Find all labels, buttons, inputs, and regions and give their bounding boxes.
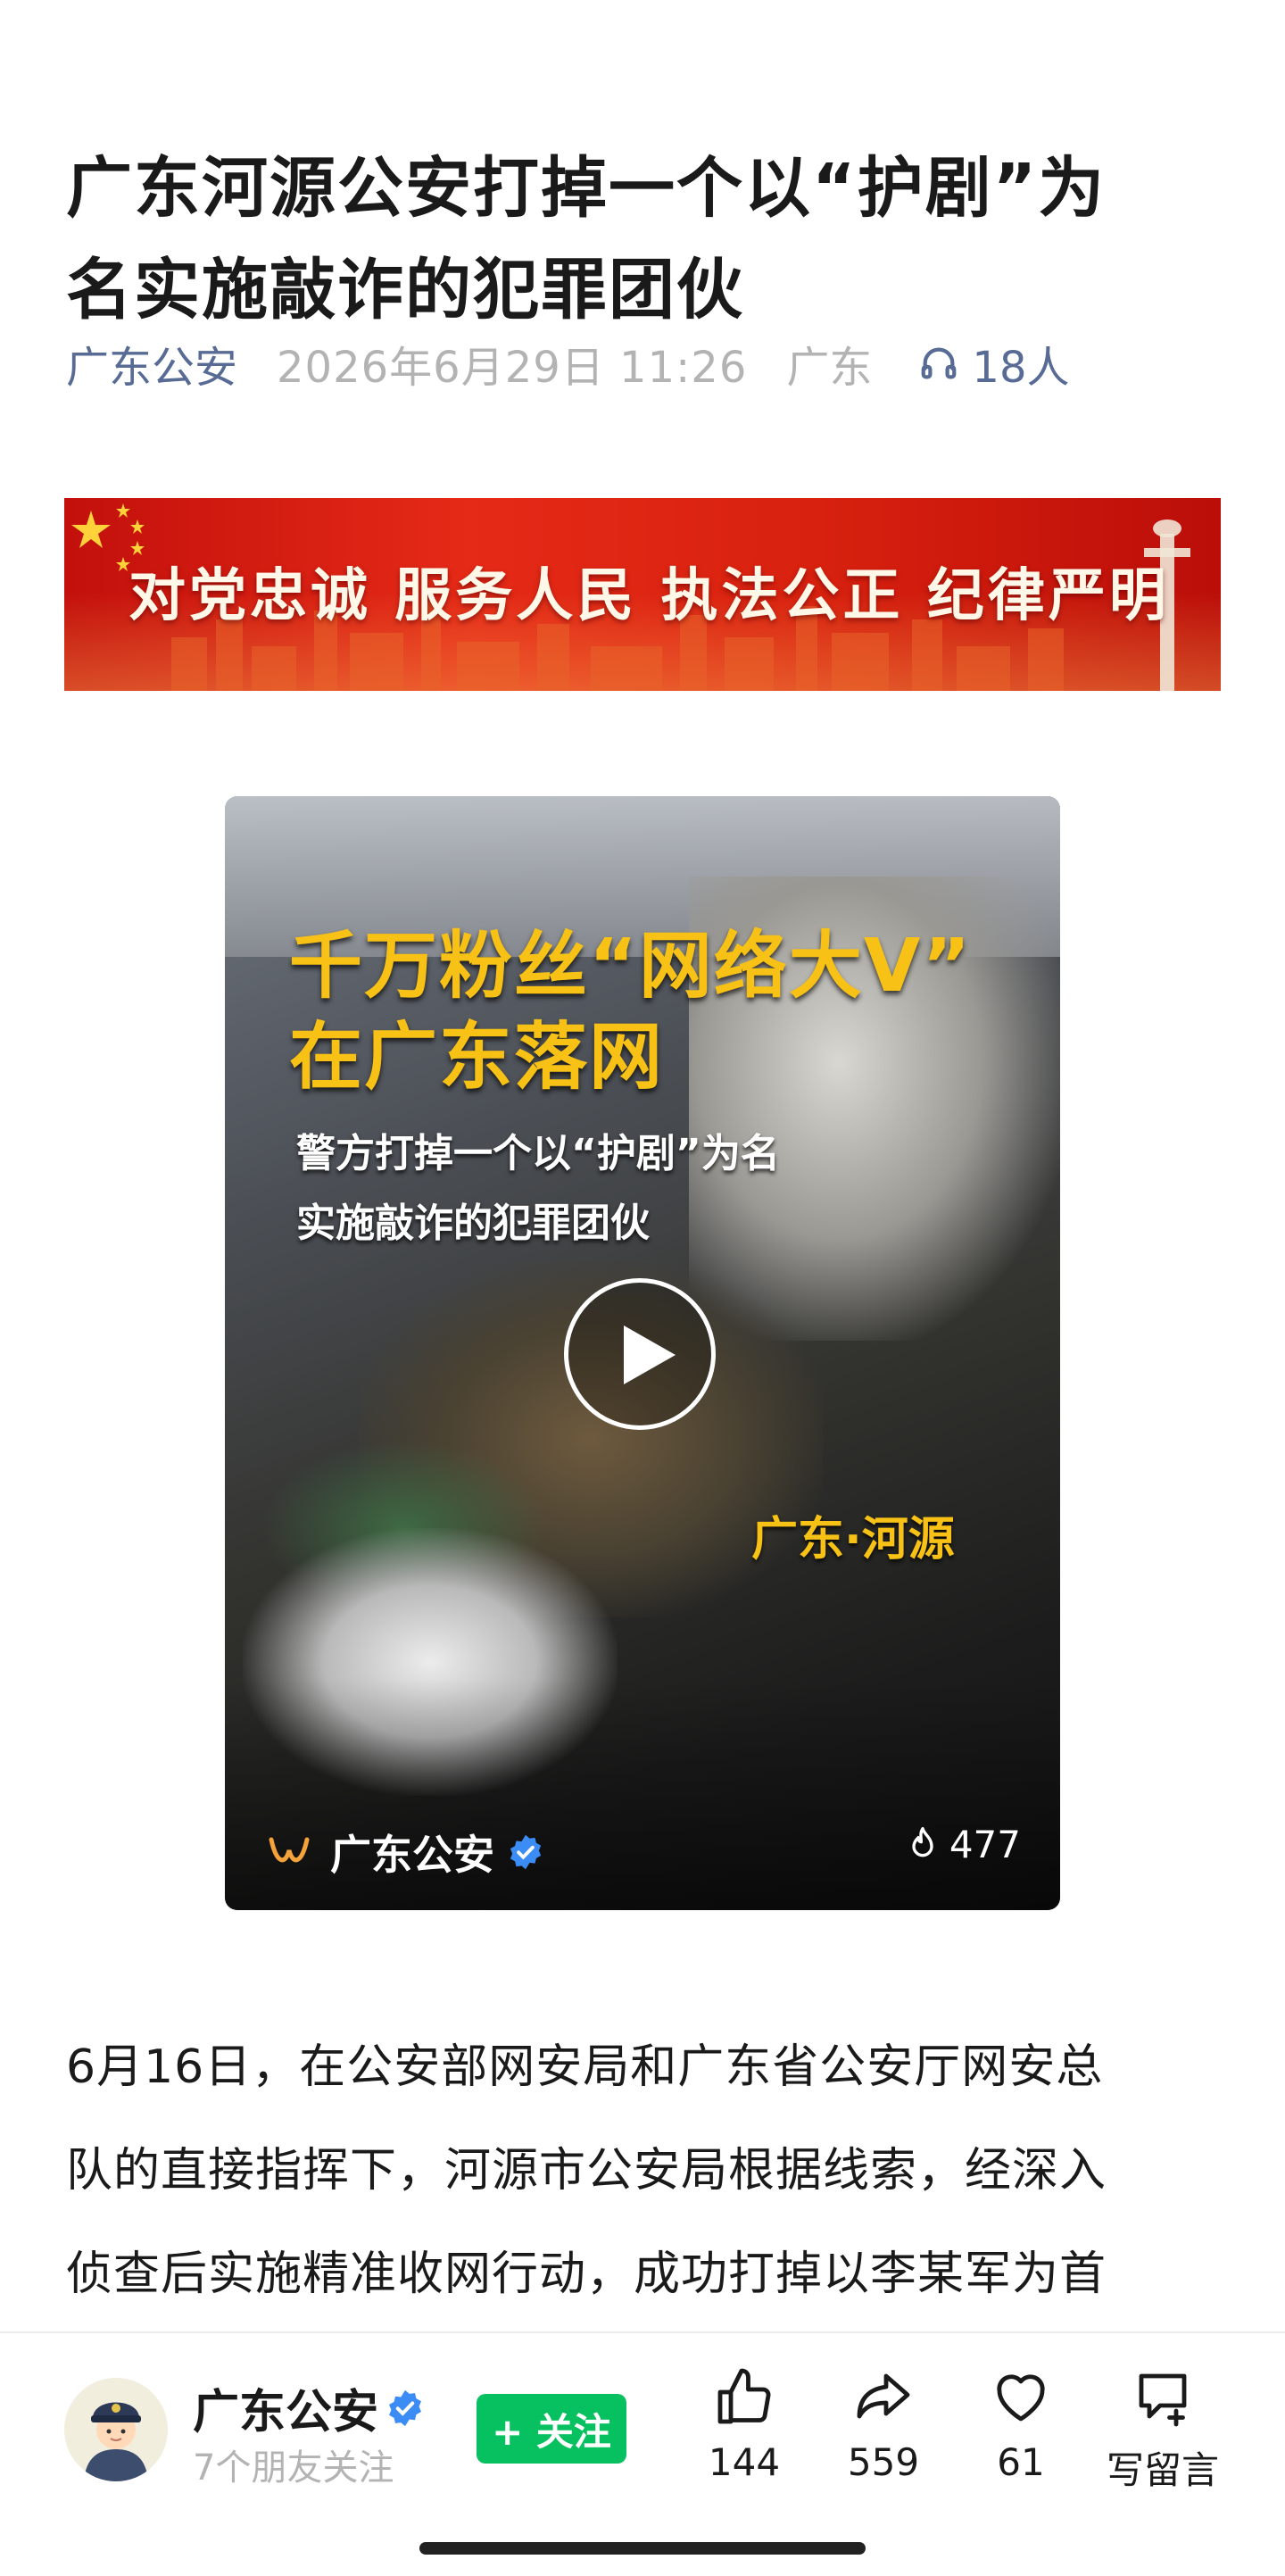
video-subtitle-line1: 警方打掉一个以“护剧”为名 (296, 1131, 780, 1176)
play-icon (624, 1325, 676, 1384)
account-name[interactable]: 广东公安 (193, 2374, 425, 2441)
article-title-line1: 广东河源公安打掉一个以“护剧”为 (66, 149, 1107, 227)
favorite-count: 61 (997, 2440, 1045, 2484)
thumbs-up-icon (717, 2368, 771, 2424)
account-name-text: 广东公安 (193, 2386, 379, 2439)
article-title-line2: 名实施敲诈的犯罪团伙 (66, 251, 744, 328)
article-meta: 广东公安 2026年6月29日 11:26 广东 18人 (66, 332, 1070, 395)
comment-label: 写留言 (1106, 2448, 1219, 2492)
author-link[interactable]: 广东公安 (66, 332, 237, 395)
share-arrow-icon (857, 2373, 910, 2419)
publish-region: 广东 (786, 343, 873, 393)
like-count: 144 (708, 2440, 781, 2484)
comment-plus-icon (1139, 2373, 1187, 2427)
friends-following: 7个朋友关注 (193, 2447, 394, 2489)
home-indicator[interactable] (419, 2542, 866, 2555)
article-title: 广东河源公安打掉一个以“护剧”为 名实施敲诈的犯罪团伙 (66, 137, 1226, 341)
article-body-line1: 6月16日，在公安部网安局和广东省公安厅网安总 (66, 2040, 1104, 2094)
heart-icon (997, 2374, 1045, 2422)
banner-slogan: 对党忠诚 服务人民 执法公正 纪律严明 (128, 563, 1170, 629)
article-body-line3: 侦查后实施精准收网行动，成功打掉以李某军为首 (66, 2248, 1107, 2301)
video-channel-name: 广东公安 (330, 1831, 494, 1879)
video-headline: 千万粉丝“网络大V” 在广东落网 (289, 921, 972, 1103)
video-headline-line2: 在广东落网 (289, 1015, 665, 1100)
headphones-icon (922, 347, 957, 379)
follow-button[interactable]: + 关注 (477, 2394, 626, 2464)
comment-button[interactable]: 写留言 (1096, 2365, 1230, 2495)
listen-button[interactable]: 18人 (918, 332, 1070, 395)
publish-date: 2026年6月29日 11:26 (277, 343, 748, 393)
article-body: 6月16日，在公安部网安局和广东省公安厅网安总 队的直接指挥下，河源市公安局根据… (66, 2015, 1226, 2326)
share-count: 559 (847, 2440, 920, 2484)
video-heat: 477 (905, 1823, 1021, 1866)
video-location: 广东·河源 (751, 1513, 955, 1566)
video-headline-line1: 千万粉丝“网络大V” (289, 924, 973, 1009)
favorite-button[interactable]: 61 (958, 2365, 1083, 2484)
flame-icon (912, 1826, 933, 1857)
article-body-line2: 队的直接指挥下，河源市公安局根据线索，经深入 (66, 2144, 1107, 2198)
video-channel[interactable]: 广东公安 (268, 1823, 544, 1882)
police-banner: 对党忠诚 服务人民 执法公正 纪律严明 (64, 498, 1221, 691)
video-player[interactable]: 千万粉丝“网络大V” 在广东落网 警方打掉一个以“护剧”为名 实施敲诈的犯罪团伙… (225, 796, 1060, 1910)
verified-badge-icon (389, 2389, 421, 2426)
listener-count: 18人 (972, 343, 1070, 393)
channels-logo-icon (269, 1837, 310, 1863)
video-subtitle: 警方打掉一个以“护剧”为名 实施敲诈的犯罪团伙 (296, 1119, 780, 1259)
video-heat-count: 477 (949, 1823, 1021, 1866)
police-avatar-icon (64, 2378, 168, 2481)
like-button[interactable]: 144 (682, 2365, 807, 2484)
bottom-action-bar: 广东公安 7个朋友关注 + 关注 144 559 61 写留言 (0, 2333, 1285, 2576)
share-button[interactable]: 559 (821, 2365, 946, 2484)
verified-badge-icon (510, 1834, 542, 1870)
play-button[interactable] (564, 1278, 716, 1430)
video-subtitle-line2: 实施敲诈的犯罪团伙 (296, 1201, 650, 1246)
account-avatar[interactable] (64, 2378, 168, 2481)
